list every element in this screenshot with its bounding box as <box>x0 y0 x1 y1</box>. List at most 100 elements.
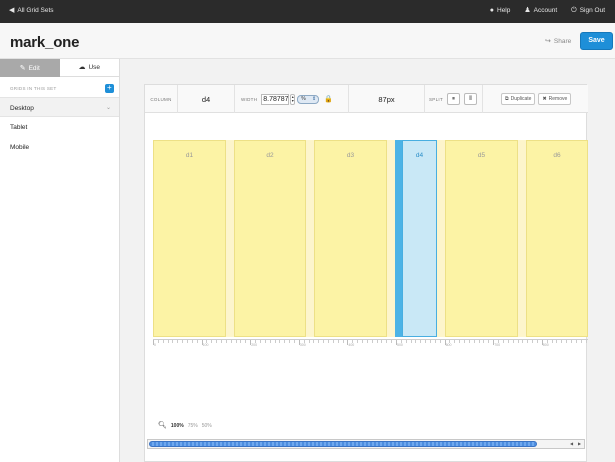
ruler-tick <box>517 340 519 343</box>
horizontal-scrollbar[interactable]: ◀ ▶ <box>147 439 585 449</box>
width-label: WIDTH <box>241 96 258 102</box>
all-grid-sets-link[interactable]: ◀ All Grid Sets <box>9 7 54 14</box>
ruler-tick <box>157 340 159 343</box>
ruler-tick <box>211 340 213 343</box>
scroll-left-arrow[interactable]: ◀ <box>568 441 575 447</box>
grid-column[interactable]: d4 <box>402 140 437 337</box>
zoom-50[interactable]: 50% <box>202 423 212 429</box>
width-stepper[interactable]: ▴ ▾ <box>290 93 296 105</box>
sign-out-label: Sign Out <box>579 7 605 14</box>
ruler-tick <box>196 340 198 343</box>
sidebar-item-tablet[interactable]: Tablet <box>0 117 119 137</box>
split-label: SPLIT <box>429 96 444 102</box>
ruler-tick <box>327 340 329 343</box>
ruler-tick <box>177 340 179 343</box>
width-input[interactable] <box>261 93 290 105</box>
share-icon: ↪ <box>545 38 551 45</box>
ruler-tick <box>284 340 286 343</box>
ruler-tick <box>357 340 359 343</box>
ruler-tick <box>410 340 412 343</box>
ruler-tick <box>167 340 169 343</box>
sidebar-item-label: Mobile <box>10 144 30 151</box>
ruler-tick <box>507 340 509 343</box>
share-button[interactable]: ↪ Share <box>545 38 571 45</box>
scroll-right-arrow[interactable]: ▶ <box>576 441 583 447</box>
ruler-tick <box>566 340 568 343</box>
add-grid-button[interactable]: + <box>105 84 114 93</box>
grid-column[interactable]: d2 <box>234 140 306 337</box>
ruler-tick <box>536 340 538 343</box>
ruler-tick <box>221 340 223 343</box>
grids-section-header: GRIDS IN THIS SET + <box>0 77 119 97</box>
ruler-tick <box>318 340 320 343</box>
scrollbar-thumb[interactable] <box>149 441 537 447</box>
ruler-tick <box>468 340 470 343</box>
remove-button[interactable]: ✖ Remove <box>538 93 572 105</box>
sidebar-item-label: Desktop <box>10 105 34 112</box>
ruler-tick <box>502 340 504 343</box>
zoom-75[interactable]: 75% <box>188 423 198 429</box>
duplicate-button[interactable]: ⧉ Duplicate <box>501 93 536 105</box>
sidebar-item-label: Tablet <box>10 124 28 131</box>
ruler-tick <box>561 340 563 343</box>
column-name-value: d4 <box>201 94 211 104</box>
sidebar-item-mobile[interactable]: Mobile <box>0 137 119 157</box>
ruler-tick <box>488 340 490 343</box>
power-icon: ⏻ <box>571 7 577 14</box>
split-two-button[interactable]: ⏸ <box>447 93 461 105</box>
top-nav: ● Help ♟ Account ⏻ Sign Out <box>490 7 605 14</box>
chevron-down-icon[interactable]: ⌄ <box>106 104 111 111</box>
grid-column[interactable]: d6 <box>526 140 588 337</box>
ruler-tick <box>172 340 174 343</box>
tab-use[interactable]: ☁ Use <box>59 59 119 77</box>
save-button[interactable]: Save <box>580 32 613 50</box>
ruler-tick <box>240 340 242 343</box>
pixel-width-value: 87px <box>378 94 395 104</box>
ruler-tick <box>434 340 436 343</box>
actions-cell: ⧉ Duplicate ✖ Remove <box>483 85 588 113</box>
sidebar-item-desktop[interactable]: Desktop ⌄ <box>0 97 119 117</box>
ruler-tick <box>259 340 261 343</box>
share-label: Share <box>553 38 572 45</box>
ruler-tick <box>381 340 383 343</box>
grid-column[interactable]: d3 <box>314 140 387 337</box>
grid-column[interactable]: d1 <box>153 140 226 337</box>
ruler-tick <box>522 340 524 343</box>
ruler-tick <box>279 340 281 343</box>
account-label: Account <box>533 7 558 14</box>
ruler-tick <box>512 340 514 343</box>
ruler-tick <box>337 340 339 343</box>
help-link[interactable]: ● Help <box>490 7 511 14</box>
ruler-tick <box>425 340 427 343</box>
ruler-tick <box>245 340 247 343</box>
grids-section-title: GRIDS IN THIS SET <box>10 86 57 91</box>
split-three-button[interactable]: ⦀ <box>464 93 478 105</box>
duplicate-label: Duplicate <box>510 96 532 102</box>
help-icon: ● <box>489 7 494 14</box>
column-toolbar: COLUMN d4 WIDTH ▴▾ % 🔒 87px SPLIT ⏸ ⦀ ⧉ … <box>145 85 588 113</box>
ruler-tick <box>216 340 218 343</box>
ruler-tick <box>313 340 315 343</box>
page-header: mark_one ↪ Share Save <box>0 23 615 59</box>
grid-canvas: d1 d2 d3 d4 d5 d6 0 100 200 300 400 500 600 700… <box>145 113 588 433</box>
ruler-tick <box>187 340 189 343</box>
ruler-tick <box>585 340 587 343</box>
ruler-tick <box>439 340 441 343</box>
column-label: COLUMN <box>150 96 172 102</box>
ruler-tick <box>274 340 276 343</box>
ruler-tick <box>371 340 373 343</box>
ruler-tick <box>391 340 393 343</box>
lock-icon[interactable]: 🔒 <box>324 95 333 103</box>
sign-out-link[interactable]: ⏻ Sign Out <box>571 7 605 14</box>
grid-column[interactable]: d5 <box>445 140 518 337</box>
cloud-icon: ☁ <box>78 64 86 71</box>
tab-edit[interactable]: ✎ Edit <box>0 59 60 77</box>
ruler-label: 100 <box>202 343 209 347</box>
account-link[interactable]: ♟ Account <box>524 7 557 14</box>
unit-select[interactable]: % <box>297 94 320 104</box>
column-resize-handle[interactable] <box>395 140 402 337</box>
ruler-tick <box>570 340 572 343</box>
zoom-controls: 🔍︎ 100% 75% 50% <box>158 422 212 429</box>
grid-editor-panel: COLUMN d4 WIDTH ▴▾ % 🔒 87px SPLIT ⏸ ⦀ ⧉ … <box>144 84 588 462</box>
zoom-100[interactable]: 100% <box>171 423 184 429</box>
